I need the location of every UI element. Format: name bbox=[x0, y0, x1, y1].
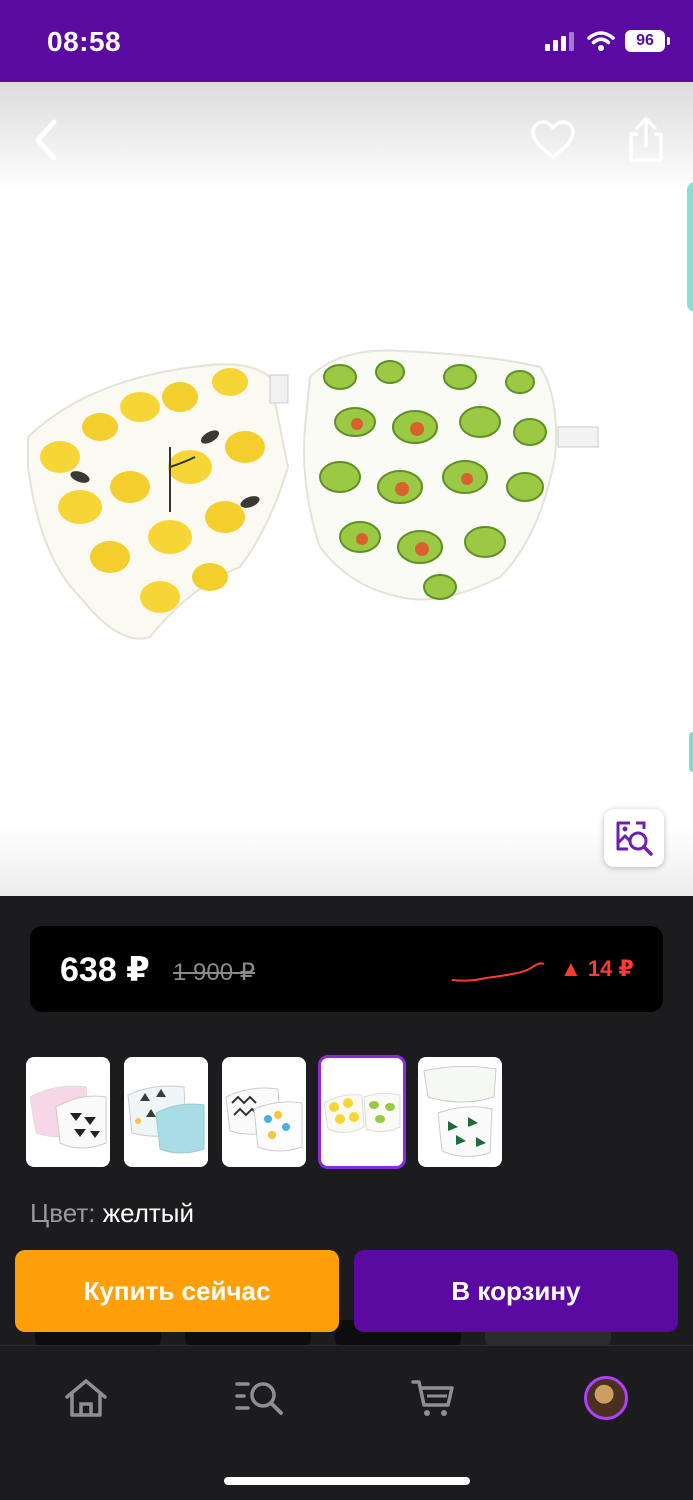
price-trend-graph bbox=[451, 962, 545, 982]
color-selector-label: Цвет: желтый bbox=[30, 1198, 194, 1229]
catalog-search-icon bbox=[235, 1382, 283, 1415]
image-bottom-fade bbox=[0, 826, 693, 896]
cart-icon bbox=[411, 1380, 454, 1416]
add-to-cart-button[interactable]: В корзину bbox=[354, 1250, 678, 1332]
price-current: 638 ₽ bbox=[60, 951, 150, 989]
tab-catalog-search[interactable] bbox=[230, 1368, 290, 1428]
variant-thumbnail-3[interactable] bbox=[222, 1057, 306, 1167]
image-search-button[interactable] bbox=[604, 809, 664, 867]
next-image-peek bbox=[687, 182, 693, 312]
battery-indicator: 96 bbox=[625, 30, 670, 52]
next-image-peek-bottom bbox=[689, 732, 693, 772]
color-label: Цвет: bbox=[30, 1198, 96, 1228]
status-icons: 96 bbox=[545, 30, 670, 52]
chevron-left-icon bbox=[35, 119, 57, 161]
home-indicator bbox=[224, 1477, 470, 1485]
share-icon bbox=[629, 117, 663, 162]
profile-avatar bbox=[584, 1376, 628, 1420]
share-button[interactable] bbox=[616, 110, 676, 170]
product-image-gallery[interactable] bbox=[0, 82, 693, 896]
favorite-button[interactable] bbox=[523, 110, 583, 170]
tab-home[interactable] bbox=[56, 1368, 116, 1428]
signal-icon bbox=[545, 32, 574, 51]
variant-thumbnail-5[interactable] bbox=[418, 1057, 502, 1167]
image-top-fade bbox=[0, 82, 693, 192]
variant-thumbnail-1[interactable] bbox=[26, 1057, 110, 1167]
wifi-icon bbox=[587, 31, 615, 51]
tab-profile[interactable] bbox=[576, 1368, 636, 1428]
tab-cart[interactable] bbox=[403, 1368, 463, 1428]
variant-thumbnail-4-selected[interactable] bbox=[318, 1055, 406, 1169]
price-change: ▲ 14 ₽ bbox=[560, 956, 634, 981]
color-value: желтый bbox=[102, 1198, 194, 1228]
product-photo bbox=[27, 349, 599, 640]
image-search-icon bbox=[616, 821, 653, 856]
status-time: 08:58 bbox=[47, 26, 122, 57]
price-card[interactable]: 638 ₽ 1 900 ₽ ▲ 14 ₽ bbox=[30, 926, 663, 1012]
back-button[interactable] bbox=[16, 110, 76, 170]
heart-icon bbox=[531, 120, 575, 159]
home-icon bbox=[65, 1379, 107, 1417]
variant-thumbnail-2[interactable] bbox=[124, 1057, 208, 1167]
buy-now-button[interactable]: Купить сейчас bbox=[15, 1250, 339, 1332]
status-bar: 08:58 96 bbox=[0, 0, 693, 82]
price-old: 1 900 ₽ bbox=[173, 959, 255, 986]
variant-thumbnails bbox=[26, 1055, 502, 1169]
